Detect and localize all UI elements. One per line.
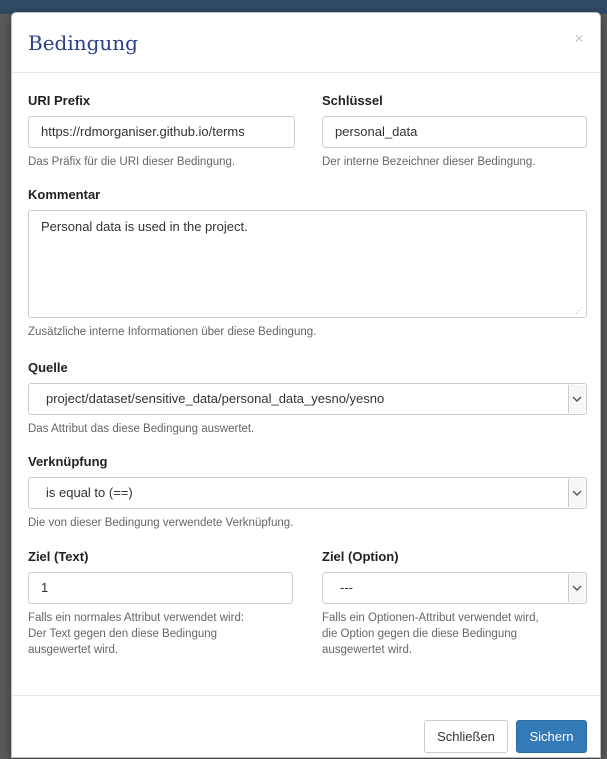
- target-option-select[interactable]: ---: [322, 572, 587, 604]
- relation-group: Verknüpfung is equal to (==) Die von die…: [28, 454, 587, 531]
- target-text-help-line: Der Text gegen den diese Bedingung: [28, 628, 218, 640]
- key-label: Schlüssel: [322, 93, 383, 108]
- target-text-help: Falls ein normales Attribut verwendet wi…: [28, 610, 293, 658]
- close-button[interactable]: Schließen: [424, 720, 508, 753]
- chevron-down-icon: [568, 574, 585, 602]
- modal-title: Bedingung: [28, 31, 138, 55]
- close-icon[interactable]: ×: [574, 30, 584, 47]
- target-option-help-line: Falls ein Optionen-Attribut verwendet wi…: [322, 612, 539, 624]
- relation-help: Die von dieser Bedingung verwendete Verk…: [28, 517, 294, 529]
- relation-select[interactable]: is equal to (==): [28, 477, 587, 509]
- source-help: Das Attribut das diese Bedingung auswert…: [28, 423, 255, 435]
- relation-select-value: is equal to (==): [46, 485, 133, 500]
- chevron-down-icon: [568, 479, 585, 507]
- target-option-label: Ziel (Option): [322, 549, 399, 564]
- source-select[interactable]: project/dataset/sensitive_data/personal_…: [28, 383, 587, 415]
- relation-label: Verknüpfung: [28, 454, 108, 469]
- comment-label: Kommentar: [28, 187, 101, 202]
- chevron-down-icon: [568, 385, 585, 413]
- uri-prefix-group: URI Prefix https://rdmorganiser.github.i…: [28, 93, 295, 170]
- modal-footer: Schließen Sichern: [12, 695, 600, 759]
- target-option-help-line: die Option gegen die diese Bedingung: [322, 628, 518, 640]
- source-group: Quelle project/dataset/sensitive_data/pe…: [28, 360, 587, 437]
- key-help: Der interne Bezeichner dieser Bedingung.: [322, 156, 536, 168]
- resize-handle-icon[interactable]: ⋰: [575, 307, 583, 315]
- target-text-help-line: ausgewertet wird.: [28, 644, 119, 656]
- comment-textarea[interactable]: Personal data is used in the project. ⋰: [28, 210, 587, 318]
- modal-header: Bedingung ×: [12, 13, 600, 73]
- target-text-label: Ziel (Text): [28, 549, 89, 564]
- uri-prefix-label: URI Prefix: [28, 93, 91, 108]
- comment-group: Kommentar Personal data is used in the p…: [28, 187, 587, 340]
- uri-prefix-help: Das Präfix für die URI dieser Bedingung.: [28, 156, 236, 168]
- source-select-value: project/dataset/sensitive_data/personal_…: [46, 391, 385, 406]
- source-label: Quelle: [28, 360, 68, 375]
- target-option-group: Ziel (Option) --- Falls ein Optionen-Att…: [322, 549, 587, 658]
- target-option-select-value: ---: [340, 580, 353, 595]
- uri-prefix-input[interactable]: https://rdmorganiser.github.io/terms: [28, 116, 295, 148]
- comment-text: Personal data is used in the project.: [41, 219, 248, 234]
- condition-modal: Bedingung × URI Prefix https://rdmorgani…: [11, 12, 601, 758]
- key-input[interactable]: personal_data: [322, 116, 587, 148]
- target-text-help-line: Falls ein normales Attribut verwendet wi…: [28, 612, 245, 624]
- target-option-help-line: ausgewertet wird.: [322, 644, 413, 656]
- comment-help: Zusätzliche interne Informationen über d…: [28, 326, 317, 338]
- target-text-group: Ziel (Text) 1 Falls ein normales Attribu…: [28, 549, 293, 658]
- target-text-input[interactable]: 1: [28, 572, 293, 604]
- target-option-help: Falls ein Optionen-Attribut verwendet wi…: [322, 610, 587, 658]
- key-group: Schlüssel personal_data Der interne Beze…: [322, 93, 587, 170]
- save-button[interactable]: Sichern: [516, 720, 587, 753]
